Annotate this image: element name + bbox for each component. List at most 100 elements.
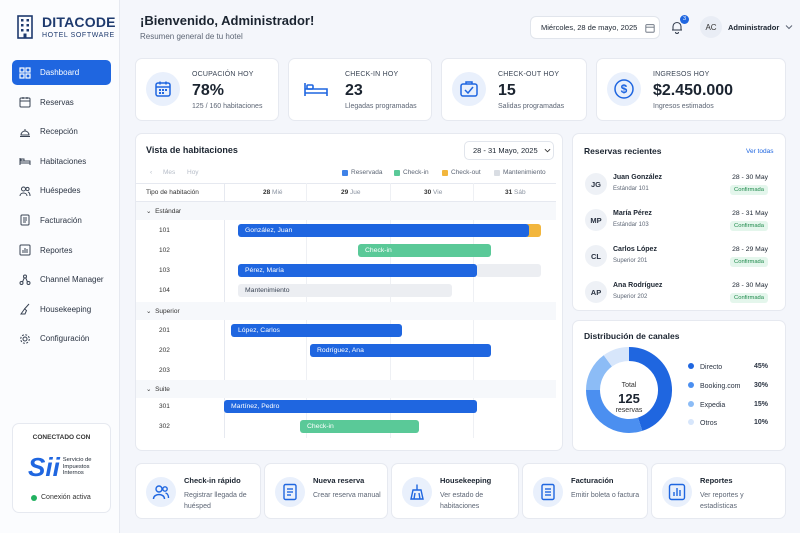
dashboard-icon — [19, 66, 31, 79]
quick-action-billing[interactable]: Facturación Emitir boleta o factura — [522, 463, 648, 519]
group-label: Estándar — [155, 208, 182, 215]
suitcase-icon — [460, 81, 478, 97]
kpi-label: INGRESOS HOY — [653, 71, 710, 78]
booking-bar[interactable]: Pérez, María — [238, 264, 477, 277]
legend-label: Reservada — [351, 169, 383, 176]
date-picker[interactable]: Miércoles, 28 de mayo, 2025 — [530, 16, 660, 39]
channel-donut-chart — [586, 347, 672, 433]
rooms-range-select[interactable]: 28 - 31 Mayo, 2025 — [464, 141, 554, 160]
avatar: JG — [585, 173, 607, 195]
booking-bar[interactable]: Rodríguez, Ana — [310, 344, 491, 357]
sidebar-item-housekeeping[interactable]: Housekeeping — [12, 297, 111, 322]
view-all-link[interactable]: Ver todas — [746, 148, 773, 155]
booking-bar[interactable]: Check-in — [358, 244, 491, 257]
kpi-value: 15 — [498, 82, 516, 99]
sidebar-item-recepcion[interactable]: Recepción — [12, 119, 111, 144]
quick-action-reports[interactable]: Reportes Ver reportes y estadísticas — [651, 463, 786, 519]
booking-bar[interactable]: Martínez, Pedro — [224, 400, 477, 413]
group-row-estandar[interactable]: ⌄ Estándar — [146, 207, 181, 215]
avatar: MP — [585, 209, 607, 231]
booking-bar[interactable]: Mantenimiento — [238, 284, 452, 297]
room-number: 203 — [159, 367, 170, 374]
sidebar-item-channel-manager[interactable]: Channel Manager — [12, 267, 111, 292]
kpi-sub: 125 / 160 habitaciones — [192, 103, 263, 110]
kpi-label: CHECK-OUT HOY — [498, 71, 560, 78]
reservation-name: Juan González — [613, 174, 663, 181]
day-num: 31 — [505, 189, 513, 196]
sidebar-item-reportes[interactable]: Reportes — [12, 238, 111, 263]
sidebar-item-label: Channel Manager — [40, 275, 104, 285]
sidebar-item-huespedes[interactable]: Huéspedes — [12, 178, 111, 203]
sidebar-item-dashboard[interactable]: Dashboard — [12, 60, 111, 85]
brand[interactable]: DITACODE HOTEL SOFTWARE — [16, 14, 116, 39]
day-name: Sáb — [514, 189, 526, 196]
users-icon — [152, 485, 170, 500]
room-number: 101 — [159, 227, 170, 234]
chart-icon — [19, 244, 31, 256]
sidebar-item-reservas[interactable]: Reservas — [12, 90, 111, 115]
sii-logo-mark: Sii — [28, 452, 60, 482]
share-nodes-icon — [19, 274, 31, 285]
sidebar-nav: Dashboard Reservas Recepción Habitacione… — [12, 60, 111, 356]
reservation-room: Estándar 103 — [613, 222, 649, 228]
group-label: Suite — [155, 386, 170, 393]
prev-arrow-icon[interactable]: ‹ — [150, 169, 152, 176]
sii-logo-text: Internos — [62, 470, 84, 477]
kpi-sub: Ingresos estimados — [653, 103, 714, 110]
chart-icon — [668, 483, 686, 501]
legend-swatch — [342, 169, 348, 176]
user-menu[interactable]: AC Administrador — [700, 16, 793, 38]
booking-bar[interactable]: López, Carlos — [231, 324, 402, 337]
status-badge: Confirmada — [730, 257, 768, 267]
sidebar: DITACODE HOTEL SOFTWARE Dashboard Reserv… — [0, 0, 120, 533]
chevron-down-icon — [544, 148, 551, 153]
kpi-icon-wrap — [299, 72, 333, 106]
group-row-suite[interactable]: ⌄ Suite — [146, 385, 170, 393]
quick-action-new-reservation[interactable]: Nueva reserva Crear reserva manual — [264, 463, 388, 519]
legend-checkin: Check-in — [394, 169, 429, 176]
channel-swatch — [688, 363, 694, 369]
list-item[interactable]: JG Juan González Estándar 101 28 - 30 Ma… — [585, 171, 770, 201]
booking-bar[interactable]: Check-in — [300, 420, 419, 433]
quick-action-sub: Emitir boleta o factura — [571, 492, 640, 499]
brand-subtitle: HOTEL SOFTWARE — [42, 32, 115, 39]
reservation-room: Estándar 101 — [613, 186, 649, 192]
list-item[interactable]: CL Carlos López Superior 201 28 - 29 May… — [585, 243, 770, 273]
legend-checkout: Check-out — [442, 169, 481, 176]
sidebar-item-label: Dashboard — [40, 68, 80, 77]
sii-status: Conexión activa — [31, 494, 91, 501]
avatar: AP — [585, 281, 607, 303]
kpi-value: 78% — [192, 82, 225, 99]
sidebar-item-label: Housekeeping — [40, 304, 92, 314]
sii-logo: Sii Servicio de Impuestos Internos — [28, 454, 91, 480]
group-label: Superior — [155, 308, 180, 315]
kpi-card-checkout: CHECK-OUT HOY 15 Salidas programadas — [441, 58, 587, 121]
channel-label: Expedia — [700, 402, 726, 409]
kpi-icon-wrap — [146, 72, 180, 106]
brand-name: DITACODE — [42, 14, 116, 30]
calendar-icon — [19, 97, 31, 108]
view-month-button[interactable]: Mes — [163, 169, 175, 176]
chevron-down-icon: ⌄ — [146, 386, 152, 393]
booking-bar-maintenance[interactable] — [476, 264, 541, 277]
day-num: 30 — [424, 189, 432, 196]
status-badge: Confirmada — [730, 185, 768, 195]
sidebar-item-configuracion[interactable]: Configuración — [12, 326, 111, 351]
sidebar-item-facturacion[interactable]: Facturación — [12, 208, 111, 233]
quick-action-title: Nueva reserva — [313, 476, 365, 485]
sidebar-item-habitaciones[interactable]: Habitaciones — [12, 149, 111, 174]
channel-row: Otros 10% — [688, 419, 768, 427]
view-today-button[interactable]: Hoy — [187, 169, 199, 176]
list-item[interactable]: MP María Pérez Estándar 103 28 - 31 May … — [585, 207, 770, 237]
rooms-view-title: Vista de habitaciones — [146, 145, 238, 155]
room-number: 201 — [159, 327, 170, 334]
list-item[interactable]: AP Ana Rodríguez Superior 202 28 - 30 Ma… — [585, 279, 770, 309]
day-name: Mié — [272, 189, 283, 196]
quick-action-checkin[interactable]: Check-in rápido Registrar llegada de hué… — [135, 463, 261, 519]
chevron-down-icon: ⌄ — [146, 308, 152, 315]
bed-icon — [19, 158, 31, 166]
booking-bar[interactable]: González, Juan — [238, 224, 529, 237]
quick-action-housekeeping[interactable]: Housekeeping Ver estado de habitaciones — [391, 463, 519, 519]
group-row-superior[interactable]: ⌄ Superior — [146, 307, 180, 315]
sidebar-item-label: Huéspedes — [40, 186, 81, 196]
